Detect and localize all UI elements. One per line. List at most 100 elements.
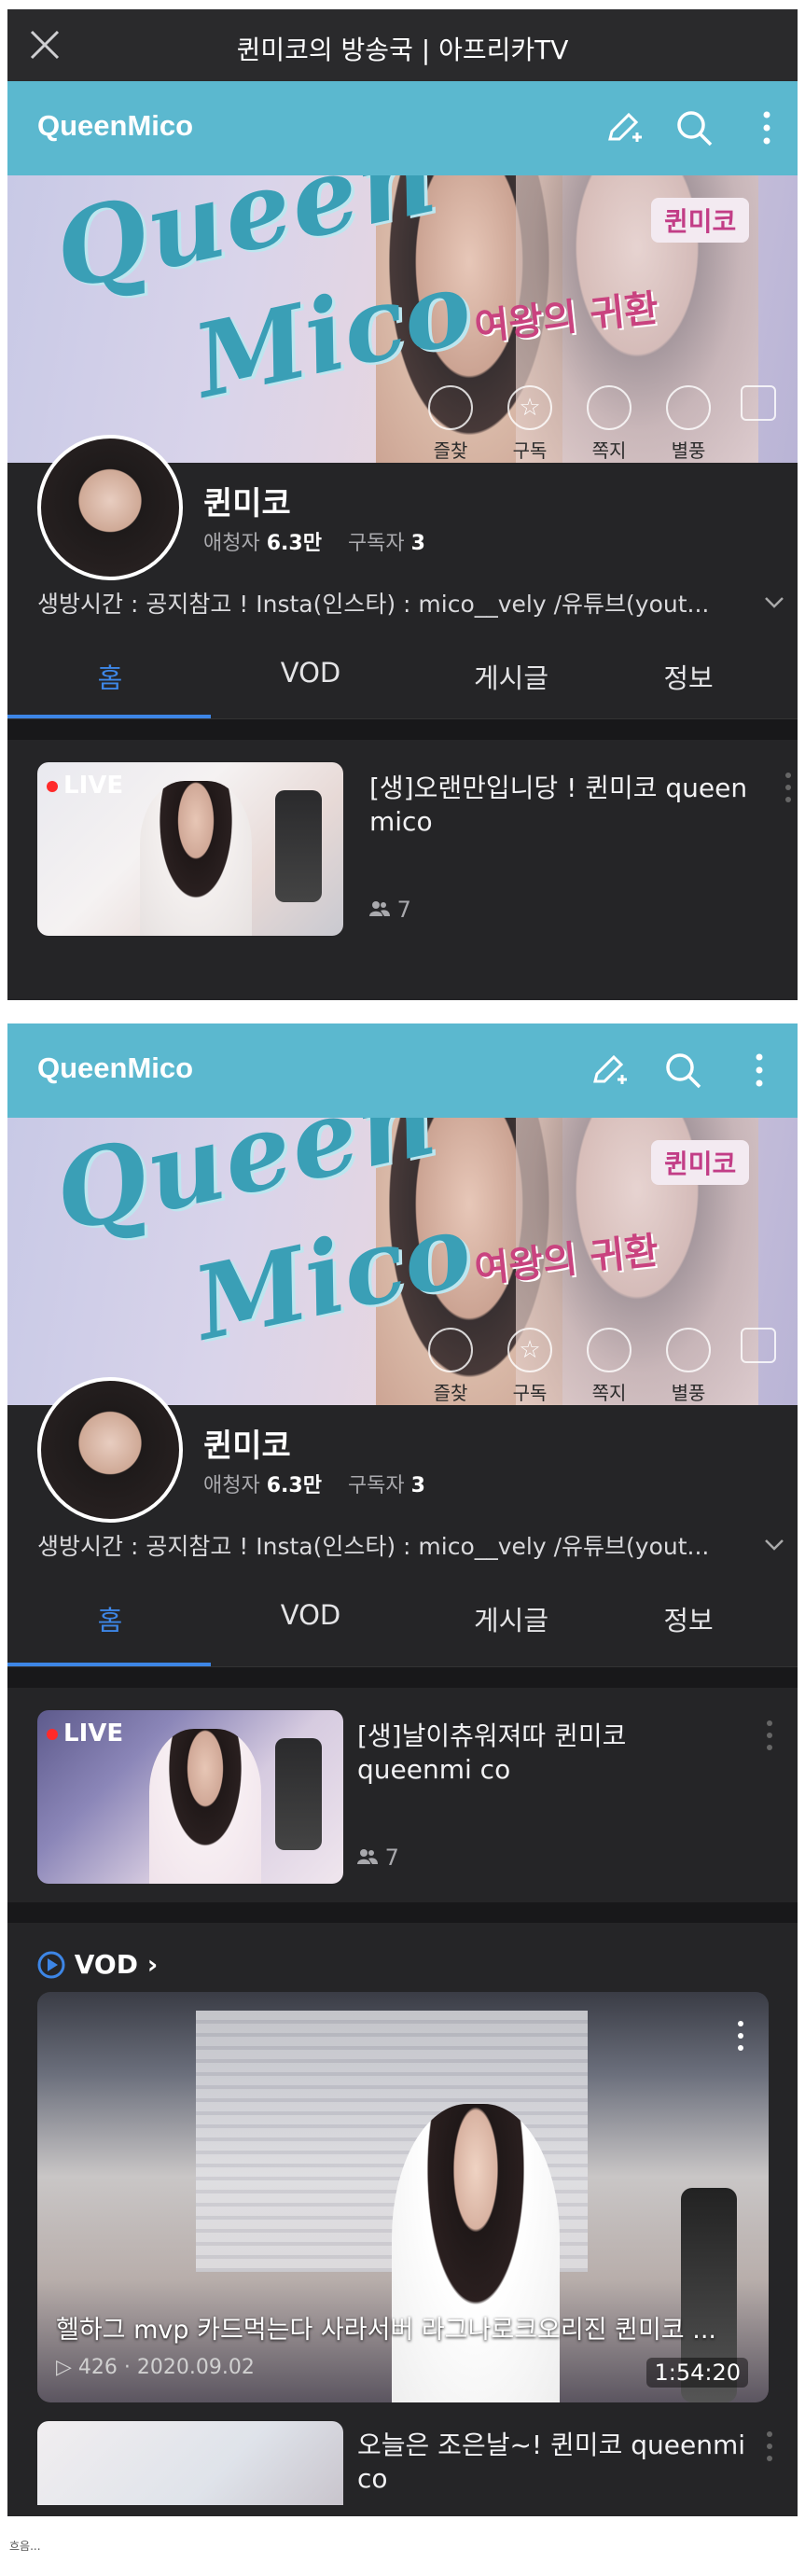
channel-actions: 즐찾 ☆ 구독 쪽지 별풍	[418, 1328, 791, 1405]
vod-date: 2020.09.02	[136, 2356, 255, 2379]
app-bar: QueenMico	[7, 1023, 798, 1118]
channel-banner: Queen Mico 퀸미코 여왕의 귀환 즐찾 ☆ 구독 쪽지 별풍	[7, 1118, 798, 1405]
channel-name: 퀸미코	[203, 485, 291, 522]
channel-profile: 퀸미코 애청자 6.3만 구독자 3	[7, 435, 798, 580]
live-badge-text: LIVE	[63, 1720, 124, 1748]
live-viewers-count: 7	[384, 1845, 399, 1871]
vod-thumbnail-2[interactable]	[37, 2421, 343, 2505]
tab-vod[interactable]: VOD	[227, 1599, 395, 1631]
vod-item-2[interactable]: 오늘은 조은날~! 퀸미코 queenmi co	[7, 2421, 798, 2505]
message-label: 쪽지	[591, 439, 627, 462]
tab-vod[interactable]: VOD	[227, 657, 395, 689]
subscribe-label: 구독	[512, 1382, 548, 1404]
channel-description[interactable]: 생방시간 : 공지참고 ! Insta(인스타) : mico__vely /유…	[7, 565, 798, 640]
tab-home[interactable]: 홈	[26, 1599, 194, 1638]
gift-icon[interactable]	[726, 1328, 791, 1369]
star-balloon-button[interactable]: 별풍	[656, 1328, 721, 1405]
play-icon: ▷	[56, 2356, 72, 2379]
subscribers-count: 3	[410, 1474, 425, 1497]
play-circle-icon	[37, 1951, 65, 1979]
fans-count: 6.3만	[266, 1474, 322, 1497]
subscribers-label: 구독자	[347, 1474, 405, 1497]
gift-icon[interactable]	[726, 385, 791, 426]
channel-tabs: 홈 VOD 게시글 정보	[7, 640, 798, 719]
live-thumbnail[interactable]: LIVE	[37, 762, 343, 936]
favorite-label: 즐찾	[433, 439, 468, 462]
vod-section-title[interactable]: VOD ›	[37, 1949, 158, 1980]
channel-tabs: 홈 VOD 게시글 정보	[7, 1582, 798, 1667]
live-thumbnail[interactable]: LIVE	[37, 1710, 343, 1884]
window-titlebar: 퀸미코의 방송국 | 아프리카TV	[7, 9, 798, 81]
message-label: 쪽지	[591, 1382, 627, 1404]
message-button[interactable]: 쪽지	[576, 385, 642, 463]
viewers-icon	[357, 1849, 378, 1864]
tab-info[interactable]: 정보	[604, 657, 772, 696]
tab-info[interactable]: 정보	[604, 1599, 772, 1638]
star-balloon-label: 별풍	[671, 1382, 706, 1404]
tab-home[interactable]: 홈	[26, 657, 194, 696]
vod-duration: 1:54:20	[646, 2358, 748, 2388]
favorite-button[interactable]: 즐찾	[418, 1328, 483, 1405]
channel-description[interactable]: 생방시간 : 공지참고 ! Insta(인스타) : mico__vely /유…	[7, 1508, 798, 1582]
channel-banner: Queen Mico 퀸미코 여왕의 귀환 즐찾 ☆ 구독 쪽지 별풍	[7, 175, 798, 463]
avatar[interactable]	[37, 1377, 183, 1523]
screenshot-1: 퀸미코의 방송국 | 아프리카TV QueenMico Queen Mico 퀸…	[7, 9, 798, 1000]
live-badge: LIVE	[47, 772, 123, 800]
more-icon[interactable]	[766, 1720, 773, 1751]
vod-title[interactable]: 헬하그 mvp 카드먹는다 사라서버 라그나로크오리진 퀸미코 ...	[56, 2309, 746, 2346]
vod-views: 426	[77, 2356, 118, 2379]
vod-section-label: VOD	[74, 1949, 138, 1980]
live-item[interactable]: LIVE [생]날이츄워져따 퀸미코 queenmi co 7	[7, 1688, 798, 1902]
screenshot-2: QueenMico Queen Mico 퀸미코 여왕의 귀환 즐찾 ☆ 구독 쪽…	[7, 1023, 798, 2516]
subscribers-count: 3	[410, 532, 425, 555]
channel-stats: 애청자 6.3만 구독자 3	[203, 526, 425, 556]
post-caption: 흐음...	[9, 2540, 41, 2553]
tab-posts[interactable]: 게시글	[427, 657, 595, 696]
fans-count: 6.3만	[266, 532, 322, 555]
more-icon[interactable]	[784, 772, 792, 803]
channel-profile: 퀸미코 애청자 6.3만 구독자 3	[7, 1377, 798, 1523]
channel-brand: QueenMico	[37, 1051, 194, 1084]
active-tab-indicator	[7, 1663, 211, 1666]
message-button[interactable]: 쪽지	[576, 1328, 642, 1405]
search-icon[interactable]	[672, 105, 716, 150]
vod-card[interactable]: 헬하그 mvp 카드먹는다 사라서버 라그나로크오리진 퀸미코 ... ▷ 42…	[37, 1992, 769, 2402]
live-title[interactable]: [생]날이츄워져따 퀸미코 queenmi co	[357, 1720, 749, 1787]
favorite-label: 즐찾	[433, 1382, 468, 1404]
chevron-down-icon[interactable]	[762, 590, 786, 614]
live-viewers: 7	[369, 897, 411, 923]
fans-label: 애청자	[203, 1474, 260, 1497]
vod-section-header[interactable]: VOD ›	[7, 1923, 798, 1992]
edit-icon[interactable]	[601, 105, 645, 150]
live-badge-text: LIVE	[63, 772, 124, 800]
more-icon[interactable]	[737, 2020, 744, 2052]
app-bar: QueenMico	[7, 81, 798, 175]
live-viewers: 7	[357, 1845, 399, 1871]
subscribe-button[interactable]: ☆ 구독	[497, 385, 562, 463]
star-balloon-label: 별풍	[671, 439, 706, 462]
channel-stats: 애청자 6.3만 구독자 3	[203, 1469, 425, 1498]
chevron-down-icon[interactable]	[762, 1532, 786, 1556]
active-tab-indicator	[7, 715, 211, 718]
tab-posts[interactable]: 게시글	[427, 1599, 595, 1638]
subscribe-button[interactable]: ☆ 구독	[497, 1328, 562, 1405]
search-icon[interactable]	[660, 1048, 705, 1093]
banner-badge: 퀸미코	[651, 198, 750, 243]
vod-list: 헬하그 mvp 카드먹는다 사라서버 라그나로크오리진 퀸미코 ... ▷ 42…	[7, 1992, 798, 2421]
live-badge: LIVE	[47, 1720, 123, 1748]
edit-icon[interactable]	[586, 1048, 631, 1093]
subscribe-label: 구독	[512, 439, 548, 462]
live-title[interactable]: [생]오랜만입니당 ! 퀸미코 queen mico	[369, 772, 761, 839]
more-icon[interactable]	[744, 105, 789, 150]
more-icon[interactable]	[766, 2430, 773, 2462]
favorite-button[interactable]: 즐찾	[418, 385, 483, 463]
vod-title-2[interactable]: 오늘은 조은날~! 퀸미코 queenmi co	[357, 2429, 749, 2496]
live-item[interactable]: LIVE [생]오랜만입니당 ! 퀸미코 queen mico 7	[7, 740, 798, 954]
avatar[interactable]	[37, 435, 183, 580]
fans-label: 애청자	[203, 532, 260, 555]
star-balloon-button[interactable]: 별풍	[656, 385, 721, 463]
more-icon[interactable]	[737, 1048, 782, 1093]
channel-name: 퀸미코	[203, 1427, 291, 1465]
subscribers-label: 구독자	[347, 532, 405, 555]
description-text: 생방시간 : 공지참고 ! Insta(인스타) : mico__vely /유…	[37, 1533, 710, 1560]
